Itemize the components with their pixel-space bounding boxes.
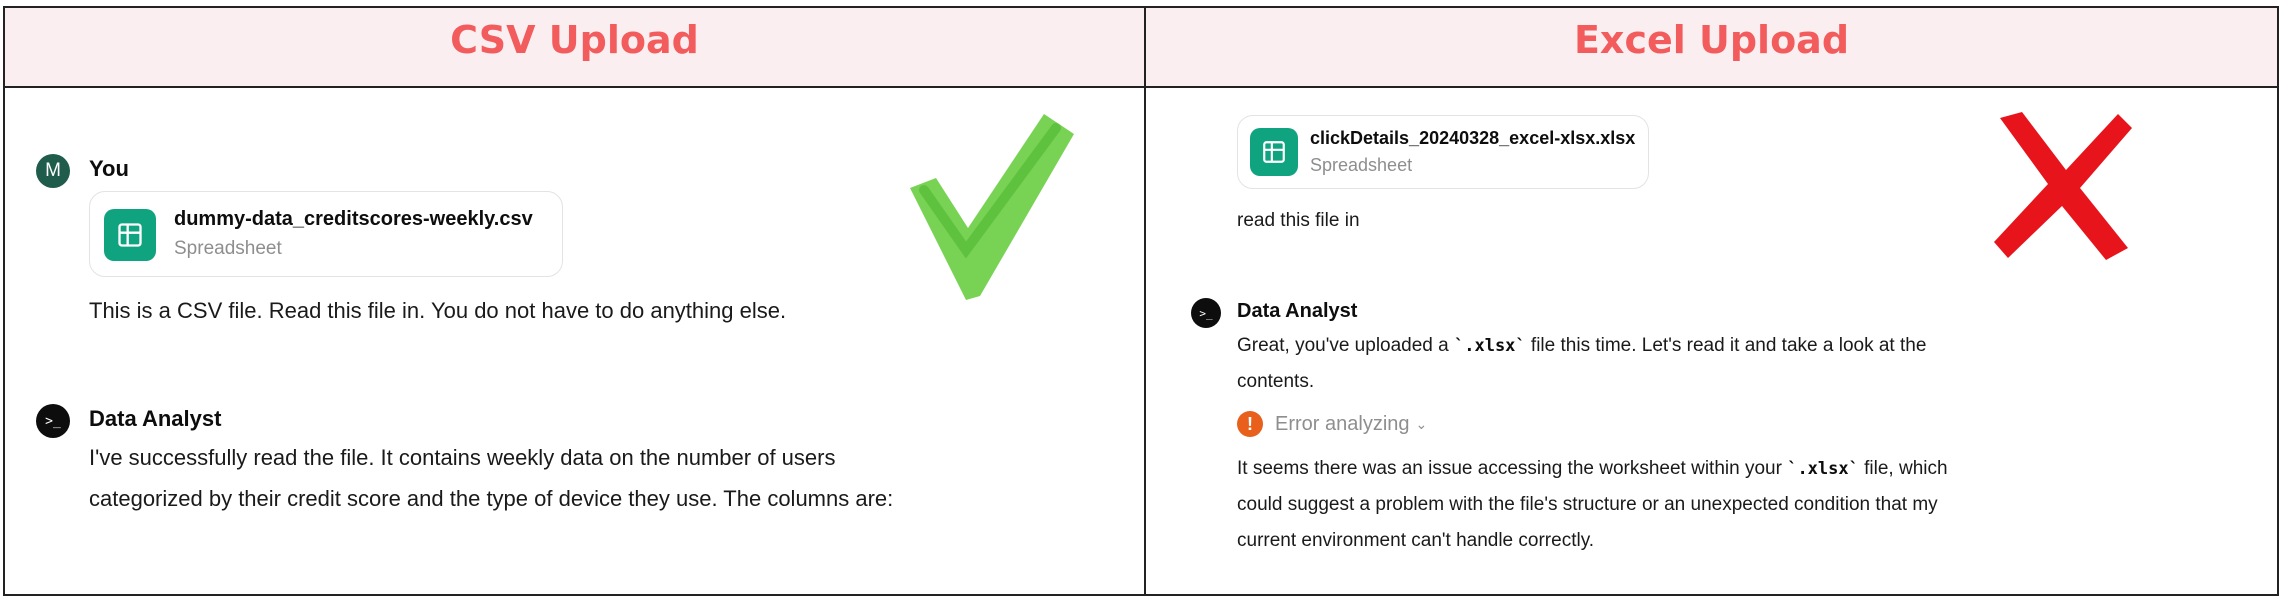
- data-analyst-avatar: >_: [1191, 298, 1221, 328]
- column-divider: [1144, 6, 1146, 596]
- error-message-line-1: It seems there was an issue accessing th…: [1237, 458, 1948, 479]
- data-analyst-avatar: >_: [36, 404, 70, 438]
- spreadsheet-icon: [1250, 128, 1298, 176]
- user-message: read this file in: [1237, 210, 1360, 231]
- error-message-line-2: could suggest a problem with the file's …: [1237, 494, 1938, 515]
- chevron-down-icon: ⌄: [1415, 415, 1428, 432]
- error-icon: !: [1237, 411, 1263, 437]
- cross-icon: [1994, 112, 2132, 260]
- inline-code: `.xlsx`: [1787, 459, 1859, 479]
- file-attachment-csv[interactable]: dummy-data_creditscores-weekly.csv Sprea…: [89, 191, 563, 277]
- bot-message-line-1: I've successfully read the file. It cont…: [89, 445, 836, 470]
- bot-message-line-1: Great, you've uploaded a `.xlsx` file th…: [1237, 335, 1927, 356]
- file-type: Spreadsheet: [174, 238, 282, 259]
- header-divider: [1144, 8, 1146, 88]
- file-type: Spreadsheet: [1310, 155, 1413, 175]
- error-label: Error analyzing: [1275, 412, 1410, 435]
- bot-author-label: Data Analyst: [89, 406, 222, 431]
- inline-code: `.xlsx`: [1454, 336, 1526, 356]
- file-name: dummy-data_creditscores-weekly.csv: [174, 208, 533, 230]
- error-message-line-3: current environment can't handle correct…: [1237, 530, 1595, 551]
- file-name: clickDetails_20240328_excel-xlsx.xlsx: [1310, 128, 1636, 148]
- spreadsheet-icon: [104, 209, 156, 261]
- header-excel-upload: Excel Upload: [1573, 18, 1850, 62]
- error-analyzing-toggle[interactable]: ! Error analyzing ⌄: [1237, 411, 1427, 437]
- user-avatar: M: [36, 154, 70, 188]
- user-author-label: You: [89, 156, 129, 181]
- file-attachment-xlsx[interactable]: clickDetails_20240328_excel-xlsx.xlsx Sp…: [1237, 115, 1649, 189]
- user-message: This is a CSV file. Read this file in. Y…: [89, 298, 787, 323]
- checkmark-icon: [910, 114, 1074, 300]
- bot-message-line-2: contents.: [1237, 371, 1315, 392]
- bot-author-label: Data Analyst: [1237, 300, 1358, 322]
- header-csv-upload: CSV Upload: [450, 18, 699, 62]
- bot-message-line-2: categorized by their credit score and th…: [89, 486, 894, 511]
